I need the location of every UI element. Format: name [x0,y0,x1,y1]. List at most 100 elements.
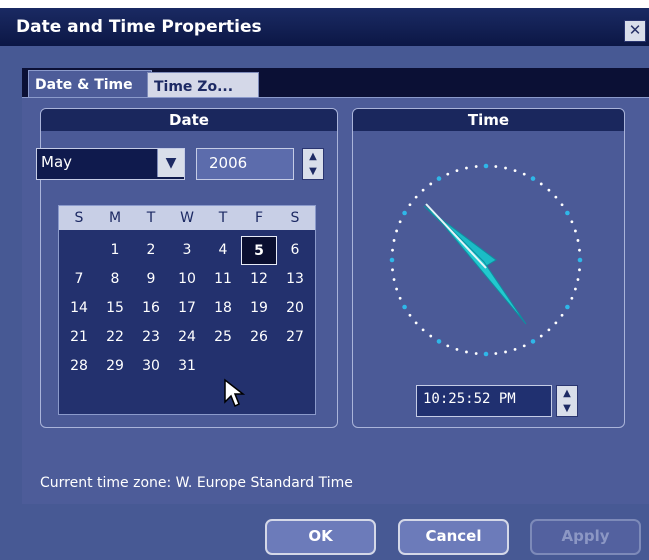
clock-second-hand [425,203,487,269]
calendar-day[interactable]: 26 [241,323,277,352]
clock-tick-mark [446,344,450,348]
clock-tick-mark [494,352,498,355]
clock-tick-mark [436,339,442,344]
time-value: 10:25:52 PM [423,391,516,407]
calendar-day[interactable]: 14 [61,294,97,323]
clock-tick-mark [446,172,450,176]
calendar-day[interactable]: 8 [97,265,133,294]
clock-tick-mark [578,268,581,272]
close-icon[interactable]: ✕ [624,20,646,42]
calendar-day[interactable]: 4 [205,236,241,265]
calendar-day[interactable]: 31 [169,352,205,381]
calendar-day[interactable]: 18 [205,294,241,323]
clock-tick-mark [554,195,558,199]
calendar-day[interactable]: 1 [97,236,133,265]
calendar-day[interactable]: 15 [97,294,133,323]
clock-tick-mark [429,182,433,186]
clock-tick-mark [392,278,396,281]
time-field[interactable]: 10:25:52 PM [416,385,552,417]
calendar-day[interactable]: 16 [133,294,169,323]
apply-button[interactable]: Apply [530,519,641,555]
spin-up-icon[interactable]: ▲ [557,386,577,401]
calendar-grid: S M T W T F S 1 2 3 4 5 6 7 8 9 10 11 12 13 14 15 16 17 18 19 20 21… [58,205,316,415]
clock-tick-mark [576,239,580,242]
calendar-day[interactable]: 17 [169,294,205,323]
clock-tick-mark [455,347,459,351]
calendar-day[interactable]: 24 [169,323,205,352]
calendar-day[interactable]: 2 [133,236,169,265]
clock-tick-mark [504,166,507,170]
spin-down-icon[interactable]: ▼ [557,401,577,416]
weekday-label: T [146,210,156,226]
clock-tick-mark [522,344,526,348]
clock-tick-mark [547,188,551,192]
year-field[interactable]: 2006 [196,148,294,180]
spin-down-icon[interactable]: ▼ [303,164,323,179]
calendar-day[interactable]: 30 [133,352,169,381]
clock-tick-mark [465,350,468,354]
clock-tick-mark [578,248,581,252]
mouse-pointer-icon [224,378,246,408]
clock-tick-mark [392,239,396,242]
clock-tick-mark [408,313,412,317]
calendar-day[interactable]: 10 [169,265,205,294]
ok-button[interactable]: OK [265,519,376,555]
clock-tick-mark [389,257,395,263]
calendar-day-selected[interactable]: 5 [241,236,277,265]
calendar-day[interactable]: 13 [277,265,313,294]
calendar-day[interactable]: 19 [241,294,277,323]
calendar-day[interactable]: 11 [205,265,241,294]
clock-tick-mark [398,220,402,224]
clock-tick-mark [504,350,507,354]
clock-tick-mark [576,278,580,281]
current-time-zone-label: Current time zone: W. Europe Standard Ti… [40,475,353,491]
clock-tick-mark [398,296,402,300]
clock-tick-mark [522,172,526,176]
analog-clock [389,163,583,357]
title-bar: Date and Time Properties ✕ [0,8,649,46]
calendar-day[interactable]: 28 [61,352,97,381]
clock-tick-mark [402,304,407,310]
spin-up-icon[interactable]: ▲ [303,149,323,164]
calendar-day[interactable]: 23 [133,323,169,352]
clock-tick-mark [530,176,536,181]
clock-tick-mark [547,328,551,332]
calendar-day[interactable]: 7 [61,265,97,294]
clock-minute-hand [425,203,527,325]
clock-tick-mark [455,169,459,173]
clock-tick-mark [577,257,583,263]
chevron-down-icon[interactable]: ▼ [157,149,184,177]
calendar-day[interactable]: 27 [277,323,313,352]
clock-tick-mark [391,268,394,272]
time-spin-button[interactable]: ▲ ▼ [556,385,578,417]
clock-tick-mark [421,328,425,332]
cancel-button[interactable]: Cancel [398,519,509,555]
calendar-day[interactable]: 9 [133,265,169,294]
tab-time-zone[interactable]: Time Zo... [147,72,259,100]
calendar-day[interactable]: 21 [61,323,97,352]
calendar-day[interactable]: 22 [97,323,133,352]
calendar-day[interactable]: 20 [277,294,313,323]
clock-tick-mark [513,347,517,351]
clock-tick-mark [408,203,412,207]
clock-tick-mark [436,176,442,181]
clock-tick-mark [530,339,536,344]
calendar-day[interactable]: 12 [241,265,277,294]
clock-tick-mark [565,304,570,310]
clock-tick-mark [560,313,564,317]
clock-tick-mark [402,210,407,216]
calendar-day[interactable]: 25 [205,323,241,352]
clock-tick-mark [573,287,577,291]
clock-tick-mark [539,334,543,338]
clock-tick-mark [474,352,478,355]
calendar-day[interactable]: 3 [169,236,205,265]
clock-tick-mark [465,166,468,170]
weekday-label: S [290,210,300,226]
month-dropdown[interactable]: May ▼ [36,148,185,180]
weekday-label: F [254,210,264,226]
clock-tick-mark [395,287,399,291]
weekday-label: T [218,210,228,226]
calendar-day[interactable]: 29 [97,352,133,381]
calendar-day[interactable]: 6 [277,236,313,265]
year-spin-button[interactable]: ▲ ▼ [302,148,324,180]
